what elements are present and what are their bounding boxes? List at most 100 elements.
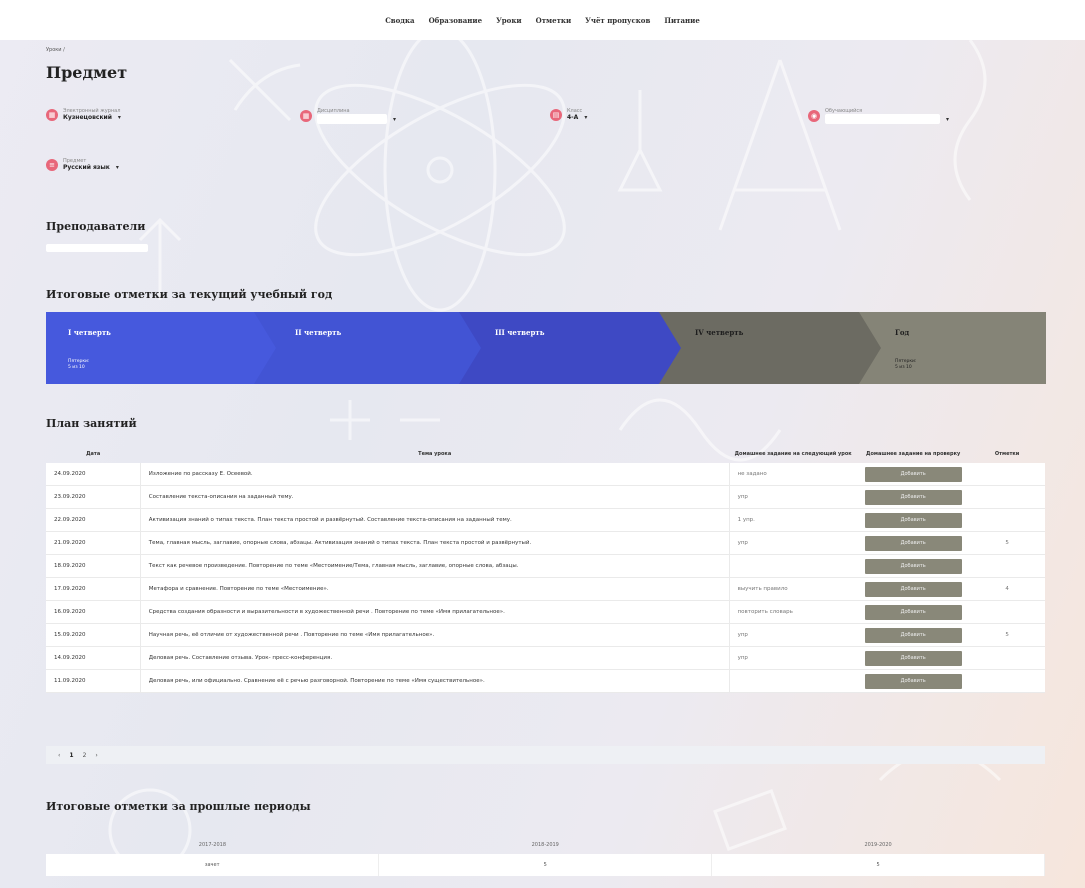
lesson-topic: Средства создания образности и выразител… [139,600,730,624]
lesson-topic: Активизация знаний о типах текста. План … [139,508,730,532]
col-marks: Отметки [994,451,1020,458]
add-homework-button[interactable]: Добавить [864,581,962,597]
homework-next: повторить словарь [728,600,858,624]
add-homework-button[interactable]: Добавить [864,558,962,574]
lesson-mark [969,485,1045,509]
lesson-date: 24.09.2020 [46,463,141,486]
grade-period-q4[interactable]: IV четверть [651,312,881,384]
table-row: 17.09.2020 Метафора и сравнение. Повторен… [46,577,1045,601]
lesson-topic: Деловая речь, или официально. Сравнение … [139,669,730,693]
table-row: 23.09.2020 Составление текста-описания на… [46,485,1045,509]
past-grade-value: 5 [378,854,713,876]
table-header-row: Дата Тема урока Домашнее задание на след… [46,447,1045,463]
lesson-date: 17.09.2020 [46,577,141,601]
teacher-name-field [46,244,148,252]
top-navigation: Сводка Образование Уроки Отметки Учёт пр… [0,0,1085,40]
filter-student[interactable]: ◉ Обучающийся ▾ [808,108,949,124]
lesson-mark: 5 [969,623,1045,647]
homework-check-cell: Добавить [857,646,970,670]
homework-next: не задано [728,463,858,486]
add-homework-button[interactable]: Добавить [864,489,962,505]
user-icon: ◉ [808,110,820,122]
next-page-button[interactable]: › [95,752,97,759]
building-icon: ▦ [300,110,312,122]
chevron-down-icon: ▾ [946,115,950,123]
period-title: IV четверть [695,328,744,337]
lesson-topic: Метафора и сравнение. Повторение по теме… [139,577,730,601]
grade-periods-bar: I четверть Пятерки: 5 из 10 II четверть I… [46,312,1046,384]
filter-journal[interactable]: ▦ Электронный журнал Кузнецовский ▾ [46,108,121,121]
add-homework-button[interactable]: Добавить [864,512,962,528]
building-icon: ▦ [46,108,58,121]
nav-item-education[interactable]: Образование [429,16,483,25]
lesson-plan-table: Дата Тема урока Домашнее задание на след… [46,447,1045,693]
homework-next: упр [728,485,858,509]
lesson-mark: 5 [969,531,1045,555]
grade-period-q2[interactable]: II четверть [251,312,481,384]
past-grade-value: зачет [46,854,380,876]
add-homework-button[interactable]: Добавить [864,650,962,666]
table-row: 18.09.2020 Текст как речевое произведение… [46,554,1045,578]
homework-next: 1 упр. [728,508,858,532]
lesson-mark [969,463,1045,486]
select-box[interactable] [317,114,387,124]
table-row: 22.09.2020 Активизация знаний о типах тек… [46,508,1045,532]
add-homework-button[interactable]: Добавить [864,466,962,482]
grade-period-q1[interactable]: I четверть Пятерки: 5 из 10 [46,312,276,384]
grade-period-q3[interactable]: III четверть [451,312,681,384]
teachers-heading: Преподаватели [46,220,146,233]
lesson-topic: Тема, главная мысль, заглавие, опорные с… [139,531,730,555]
lesson-date: 11.09.2020 [46,669,141,693]
add-homework-button[interactable]: Добавить [864,627,962,643]
table-row: 15.09.2020 Научная речь, её отличие от ху… [46,623,1045,647]
homework-next [728,669,858,693]
book-icon: ≡ [46,158,58,171]
nav-item-marks[interactable]: Отметки [536,16,572,25]
lesson-date: 23.09.2020 [46,485,141,509]
lesson-topic: Деловая речь. Составление отзыва. Урок- … [139,646,730,670]
page-2-button[interactable]: 2 [83,752,87,759]
past-year-header: 2019-2020 [864,842,892,848]
add-homework-button[interactable]: Добавить [864,604,962,620]
lesson-mark [969,600,1045,624]
nav-item-lessons[interactable]: Уроки [496,16,522,25]
period-title: Год [895,328,910,337]
nav-item-absences[interactable]: Учёт пропусков [585,16,650,25]
select-box[interactable] [825,114,940,124]
homework-check-cell: Добавить [857,577,970,601]
past-grades-table: 2017-2018 2018-2019 2019-2020 зачет 5 5 [46,836,1045,876]
homework-check-cell: Добавить [857,463,970,486]
period-title: III четверть [495,328,545,337]
col-homework-next: Домашнее задание на следующий урок [734,451,852,458]
past-year-header: 2017-2018 [198,842,227,848]
lesson-plan-heading: План занятий [46,417,137,430]
filter-subject[interactable]: ≡ Предмет Русский язык ▾ [46,158,119,171]
add-homework-button[interactable]: Добавить [864,673,962,689]
homework-next: упр [728,646,858,670]
nav-item-summary[interactable]: Сводка [385,16,414,25]
nav-item-meals[interactable]: Питание [664,16,699,25]
lesson-mark [969,669,1045,693]
lesson-mark: 4 [969,577,1045,601]
homework-check-cell: Добавить [857,600,970,624]
col-homework-check: Домашнее задание на проверку [866,451,961,458]
period-result: Пятерки: 5 из 10 [68,359,90,370]
lesson-topic: Составление текста-описания на заданный … [139,485,730,509]
filter-value: Русский язык [63,164,110,171]
homework-check-cell: Добавить [857,485,970,509]
lesson-date: 21.09.2020 [46,531,141,555]
homework-next: упр [728,623,858,647]
filter-class[interactable]: ▤ Класс 4-А ▾ [550,108,587,121]
filter-discipline[interactable]: ▦ Дисциплина ▾ [300,108,396,124]
page-1-button[interactable]: 1 [69,752,73,759]
breadcrumb[interactable]: Уроки / [46,47,1046,53]
lesson-topic: Изложение по рассказу Е. Осеевой. [139,463,730,486]
lesson-date: 22.09.2020 [46,508,141,532]
add-homework-button[interactable]: Добавить [864,535,962,551]
table-row: 24.09.2020 Изложение по рассказу Е. Осеев… [46,463,1045,486]
homework-check-cell: Добавить [857,623,970,647]
filter-value: Кузнецовский [63,114,112,121]
prev-page-button[interactable]: ‹ [58,752,60,759]
table-row: 16.09.2020 Средства создания образности и… [46,600,1045,624]
past-grade-value: 5 [711,854,1045,876]
